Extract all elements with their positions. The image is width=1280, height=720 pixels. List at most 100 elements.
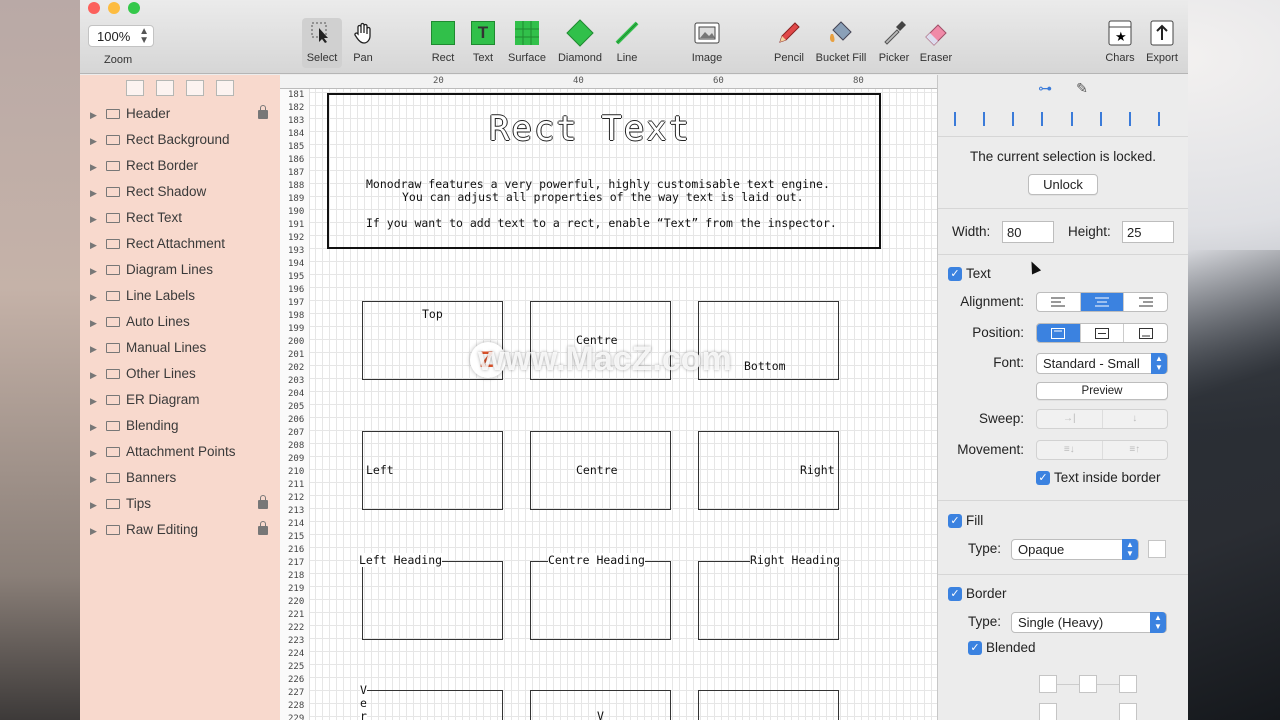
border-type-select[interactable]: Single (Heavy) ▲ ▼ bbox=[1011, 612, 1167, 633]
fill-checkbox[interactable]: ✓ bbox=[948, 514, 962, 528]
disclosure-triangle-icon[interactable]: ▶ bbox=[90, 336, 100, 362]
rect-right-heading[interactable] bbox=[698, 561, 839, 640]
layer-item[interactable]: ▶ Diagram Lines bbox=[80, 257, 280, 283]
text-position-control[interactable] bbox=[1036, 323, 1168, 343]
tool-text[interactable]: T Text bbox=[466, 18, 500, 64]
border-edge-top[interactable] bbox=[1079, 675, 1097, 693]
border-checkbox[interactable]: ✓ bbox=[948, 587, 962, 601]
move-up-layer-icon[interactable] bbox=[186, 80, 204, 96]
lock-icon[interactable] bbox=[258, 521, 268, 535]
disclosure-triangle-icon[interactable]: ▶ bbox=[90, 154, 100, 180]
align-text-right-icon[interactable] bbox=[1124, 293, 1167, 311]
rect-vertical-right[interactable] bbox=[698, 690, 839, 720]
close-window-button[interactable] bbox=[88, 2, 100, 14]
align-left-icon[interactable] bbox=[953, 111, 968, 126]
rect-centre-2[interactable]: Centre bbox=[530, 431, 671, 510]
layer-item[interactable]: ▶ Rect Shadow bbox=[80, 179, 280, 205]
disclosure-triangle-icon[interactable]: ▶ bbox=[90, 388, 100, 414]
move-down-layer-icon[interactable] bbox=[216, 80, 234, 96]
disclosure-triangle-icon[interactable]: ▶ bbox=[90, 258, 100, 284]
position-top-icon[interactable] bbox=[1037, 324, 1081, 342]
selected-text-rect[interactable]: Rect Text Monodraw features a very power… bbox=[327, 93, 881, 249]
movement-down-icon[interactable]: ≡↓ bbox=[1037, 441, 1103, 459]
duplicate-layer-icon[interactable] bbox=[156, 80, 174, 96]
border-edge-left[interactable] bbox=[1039, 703, 1057, 720]
fill-color-swatch[interactable] bbox=[1148, 540, 1166, 558]
layer-item[interactable]: ▶ Line Labels bbox=[80, 283, 280, 309]
text-alignment-control[interactable] bbox=[1036, 292, 1168, 312]
tool-chars[interactable]: ★ Chars bbox=[1102, 18, 1138, 64]
layer-item[interactable]: ▶ Rect Text bbox=[80, 205, 280, 231]
sweep-control[interactable]: →| ↓ bbox=[1036, 409, 1168, 429]
tool-rect[interactable]: Rect bbox=[426, 18, 460, 64]
preview-button[interactable]: Preview bbox=[1036, 382, 1168, 400]
unlock-button[interactable]: Unlock bbox=[1028, 174, 1098, 195]
layer-item[interactable]: ▶ Blending bbox=[80, 413, 280, 439]
tool-line[interactable]: Line bbox=[612, 18, 642, 64]
disclosure-triangle-icon[interactable]: ▶ bbox=[90, 440, 100, 466]
font-select[interactable]: Standard - Small ▲ ▼ bbox=[1036, 353, 1168, 374]
zoom-field[interactable]: 100% ▲ ▼ bbox=[88, 25, 154, 47]
text-checkbox[interactable]: ✓ bbox=[948, 267, 962, 281]
align-text-center-icon[interactable] bbox=[1080, 293, 1125, 311]
zoom-window-button[interactable] bbox=[128, 2, 140, 14]
border-corner-tl[interactable] bbox=[1039, 675, 1057, 693]
movement-control[interactable]: ≡↓ ≡↑ bbox=[1036, 440, 1168, 460]
disclosure-triangle-icon[interactable]: ▶ bbox=[90, 284, 100, 310]
border-edge-right[interactable] bbox=[1119, 703, 1137, 720]
rect-left[interactable]: Left bbox=[362, 431, 503, 510]
text-inside-border-checkbox[interactable]: ✓ bbox=[1036, 471, 1050, 485]
layer-item[interactable]: ▶ Manual Lines bbox=[80, 335, 280, 361]
align-bottom-icon[interactable] bbox=[1099, 111, 1114, 126]
tool-image[interactable]: Image bbox=[688, 18, 726, 64]
disclosure-triangle-icon[interactable]: ▶ bbox=[90, 180, 100, 206]
align-center-h-icon[interactable] bbox=[982, 111, 997, 126]
lock-icon[interactable] bbox=[258, 495, 268, 509]
layer-item[interactable]: ▶ Raw Editing bbox=[80, 517, 280, 543]
height-field[interactable]: 25 bbox=[1122, 221, 1174, 243]
inspector-tab-style[interactable]: ✎ bbox=[1076, 80, 1088, 97]
layer-item[interactable]: ▶ Auto Lines bbox=[80, 309, 280, 335]
rect-left-heading[interactable] bbox=[362, 561, 503, 640]
sweep-vertical-icon[interactable]: ↓ bbox=[1103, 410, 1168, 428]
layer-item[interactable]: ▶ Rect Attachment bbox=[80, 231, 280, 257]
lock-icon[interactable] bbox=[258, 105, 268, 119]
distribute-v-icon[interactable] bbox=[1158, 111, 1172, 126]
disclosure-triangle-icon[interactable]: ▶ bbox=[90, 102, 100, 128]
align-right-icon[interactable] bbox=[1012, 111, 1026, 126]
tool-bucket-fill[interactable]: Bucket Fill bbox=[812, 18, 870, 64]
tool-pan[interactable]: Pan bbox=[346, 18, 380, 64]
zoom-stepper-icon[interactable]: ▲ ▼ bbox=[139, 27, 149, 46]
tool-select[interactable]: Select bbox=[302, 18, 342, 68]
disclosure-triangle-icon[interactable]: ▶ bbox=[90, 362, 100, 388]
disclosure-triangle-icon[interactable]: ▶ bbox=[90, 310, 100, 336]
layer-item[interactable]: ▶ Attachment Points bbox=[80, 439, 280, 465]
position-middle-icon[interactable] bbox=[1081, 324, 1125, 342]
layer-item[interactable]: ▶ ER Diagram bbox=[80, 387, 280, 413]
layer-item[interactable]: ▶ Tips bbox=[80, 491, 280, 517]
align-text-left-icon[interactable] bbox=[1037, 293, 1081, 311]
align-middle-icon[interactable] bbox=[1070, 111, 1085, 126]
border-corner-tr[interactable] bbox=[1119, 675, 1137, 693]
align-top-icon[interactable] bbox=[1041, 111, 1055, 126]
layer-item[interactable]: ▶ Other Lines bbox=[80, 361, 280, 387]
sweep-horizontal-icon[interactable]: →| bbox=[1037, 410, 1103, 428]
rect-right[interactable]: Right bbox=[698, 431, 839, 510]
rect-vertical[interactable] bbox=[362, 690, 503, 720]
layer-item[interactable]: ▶ Rect Background bbox=[80, 127, 280, 153]
layer-item[interactable]: ▶ Header bbox=[80, 101, 280, 127]
distribute-h-icon[interactable] bbox=[1129, 111, 1143, 126]
minimize-window-button[interactable] bbox=[108, 2, 120, 14]
disclosure-triangle-icon[interactable]: ▶ bbox=[90, 128, 100, 154]
group-layer-icon[interactable] bbox=[126, 80, 144, 96]
layer-item[interactable]: ▶ Banners bbox=[80, 465, 280, 491]
tool-eraser[interactable]: Eraser bbox=[918, 18, 954, 64]
position-bottom-icon[interactable] bbox=[1124, 324, 1167, 342]
blended-checkbox[interactable]: ✓ bbox=[968, 641, 982, 655]
tool-diamond[interactable]: Diamond bbox=[554, 18, 606, 64]
tool-export[interactable]: Export bbox=[1142, 18, 1182, 64]
disclosure-triangle-icon[interactable]: ▶ bbox=[90, 518, 100, 544]
tool-picker[interactable]: Picker bbox=[876, 18, 912, 64]
drawing-canvas[interactable]: 20 40 60 80 181 182 183 184 185 186 187 188 189 1… bbox=[280, 75, 937, 720]
disclosure-triangle-icon[interactable]: ▶ bbox=[90, 232, 100, 258]
